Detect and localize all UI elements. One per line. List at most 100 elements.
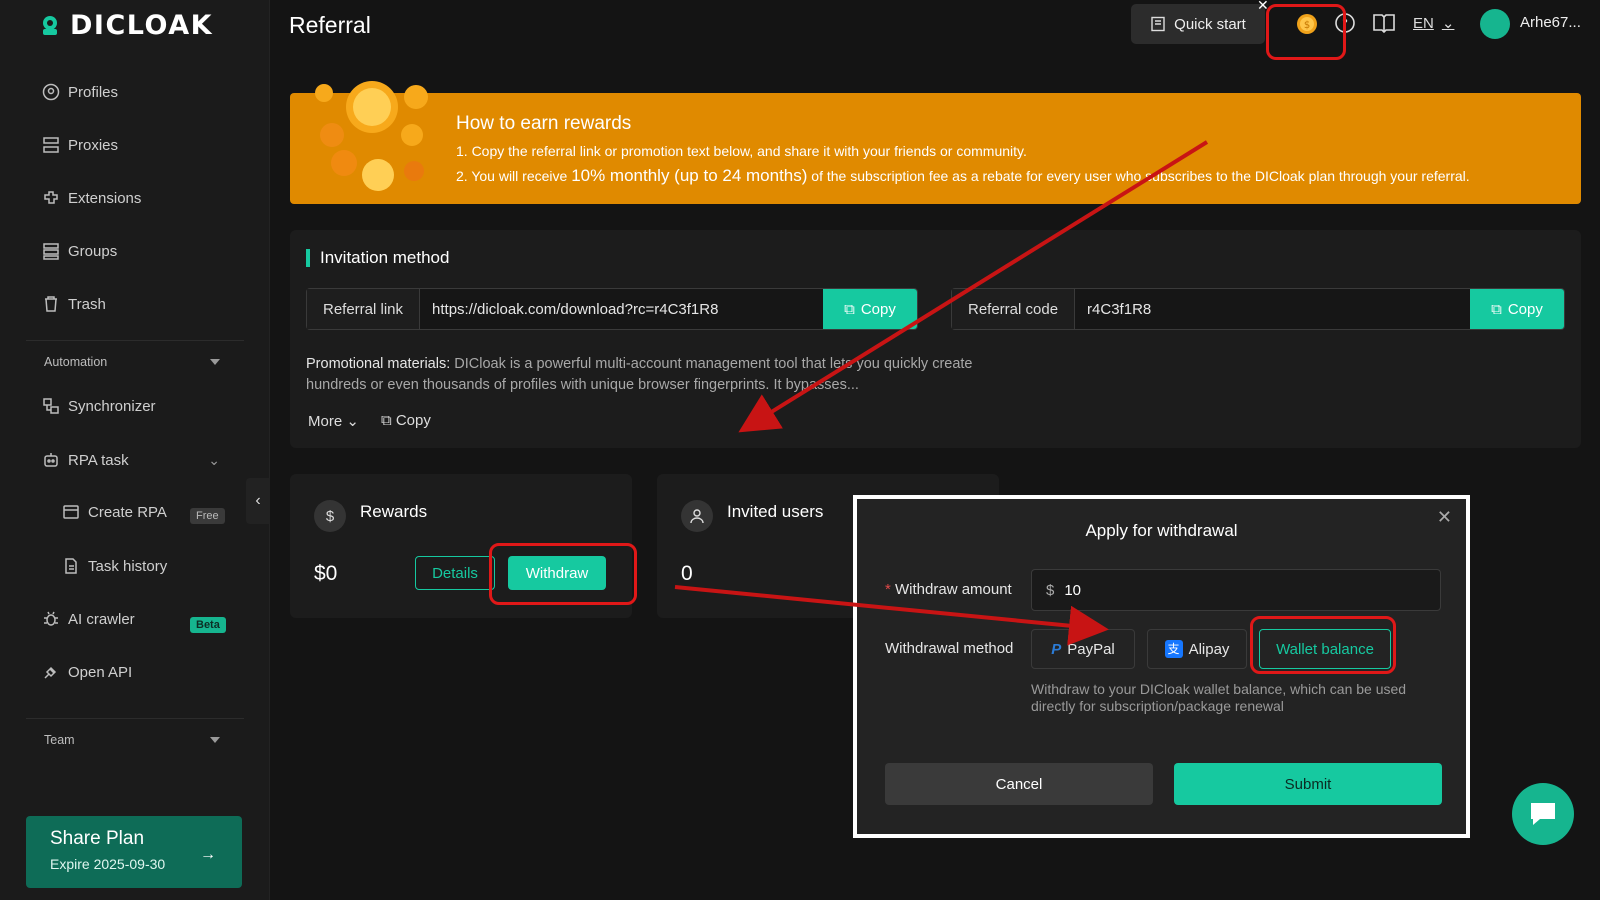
brand-logo[interactable]: DICLOAK bbox=[38, 9, 214, 41]
sidebar-item-label: Create RPA bbox=[88, 503, 167, 521]
copy-icon: ⧉ bbox=[380, 412, 392, 429]
team-section-label: Team bbox=[44, 733, 75, 747]
sidebar-item-extensions[interactable]: Extensions bbox=[42, 186, 141, 210]
copy-icon: ⧉ bbox=[844, 300, 855, 318]
method-alipay[interactable]: 支 Alipay bbox=[1147, 629, 1247, 669]
details-button[interactable]: Details bbox=[415, 556, 495, 590]
profile-icon bbox=[42, 83, 60, 101]
language-label: EN bbox=[1413, 14, 1434, 32]
docs-icon[interactable] bbox=[1372, 12, 1395, 34]
method-label: Alipay bbox=[1188, 640, 1230, 658]
sidebar-item-synchronizer[interactable]: Synchronizer bbox=[42, 394, 156, 418]
book-icon bbox=[1151, 16, 1165, 32]
username[interactable]: Arhe67... bbox=[1520, 14, 1581, 31]
rewards-banner: How to earn rewards 1. Copy the referral… bbox=[290, 81, 1581, 204]
user-icon bbox=[681, 500, 713, 532]
copy-promo-button[interactable]: ⧉ Copy bbox=[381, 412, 431, 430]
sidebar-item-proxies[interactable]: Proxies bbox=[42, 133, 118, 157]
collapse-sidebar-button[interactable]: ‹ bbox=[246, 478, 270, 524]
document-icon bbox=[65, 558, 77, 574]
chevron-left-icon: ‹ bbox=[255, 492, 261, 509]
highlight-box bbox=[1266, 4, 1346, 60]
rewards-value: $0 bbox=[314, 562, 338, 585]
extension-icon bbox=[44, 191, 58, 204]
invitation-card: Invitation method Referral link https://… bbox=[290, 230, 1581, 448]
language-select[interactable]: EN ⌄ bbox=[1413, 14, 1455, 33]
copy-link-button[interactable]: ⧉ Copy bbox=[823, 289, 917, 329]
bug-icon bbox=[44, 611, 58, 626]
invitation-title: Invitation method bbox=[306, 248, 449, 268]
amount-value: 10 bbox=[1064, 581, 1082, 599]
sidebar-item-profiles[interactable]: Profiles bbox=[42, 80, 118, 104]
quick-start-button[interactable]: Quick start bbox=[1131, 4, 1265, 44]
sidebar-item-task-history[interactable]: Task history bbox=[62, 554, 167, 578]
chevron-down-icon: ⌄ bbox=[1441, 15, 1455, 32]
currency-symbol: $ bbox=[1046, 581, 1055, 599]
sidebar-item-label: Extensions bbox=[68, 189, 142, 207]
sidebar-item-label: RPA task bbox=[68, 451, 129, 469]
sidebar-item-trash[interactable]: Trash bbox=[42, 292, 106, 316]
free-badge: Free bbox=[190, 508, 225, 524]
referral-link-value[interactable]: https://dicloak.com/download?rc=r4C3f1R8 bbox=[420, 289, 823, 329]
invited-users-title: Invited users bbox=[727, 502, 824, 521]
sidebar-item-label: Groups bbox=[68, 242, 118, 260]
banner-step-2-prefix: 2. You will receive bbox=[456, 168, 572, 184]
avatar[interactable] bbox=[1480, 9, 1510, 39]
sidebar-item-create-rpa[interactable]: Create RPA bbox=[62, 500, 167, 524]
api-icon bbox=[44, 666, 57, 679]
withdrawal-hint: Withdraw to your DICloak wallet balance,… bbox=[1031, 681, 1407, 714]
sidebar-divider bbox=[26, 718, 244, 719]
share-plan-title: Share Plan bbox=[50, 828, 145, 849]
paypal-icon: P bbox=[1051, 640, 1062, 658]
sidebar-item-rpa-task[interactable]: RPA task ⌄ bbox=[42, 448, 220, 472]
method-label: PayPal bbox=[1067, 640, 1115, 658]
sidebar-item-label: Open API bbox=[68, 663, 133, 681]
automation-section[interactable]: Automation bbox=[44, 355, 220, 369]
method-paypal[interactable]: P PayPal bbox=[1031, 629, 1135, 669]
team-section[interactable]: Team bbox=[44, 733, 220, 747]
referral-link-label: Referral link bbox=[307, 289, 421, 329]
logo-icon bbox=[38, 13, 62, 37]
copy-promo-label: Copy bbox=[395, 412, 431, 429]
promo-actions: More ⌄ ⧉ Copy bbox=[308, 412, 431, 430]
sidebar-item-open-api[interactable]: Open API bbox=[42, 660, 132, 684]
chevron-down-icon: ⌄ bbox=[208, 451, 220, 468]
quick-start-label: Quick start bbox=[1174, 15, 1246, 33]
robot-icon bbox=[44, 453, 58, 467]
chat-button[interactable] bbox=[1512, 783, 1574, 845]
close-icon[interactable]: ✕ bbox=[1437, 507, 1452, 528]
more-button[interactable]: More ⌄ bbox=[308, 412, 359, 430]
withdraw-amount-label-text: Withdraw amount bbox=[895, 581, 1012, 598]
promotional-materials: Promotional materials: DICloak is a powe… bbox=[306, 354, 996, 396]
server-icon bbox=[43, 137, 59, 153]
sidebar-item-label: AI crawler bbox=[68, 610, 135, 628]
automation-section-label: Automation bbox=[44, 355, 108, 369]
banner-step-1: 1. Copy the referral link or promotion t… bbox=[456, 143, 1027, 159]
sync-icon bbox=[43, 398, 59, 414]
withdraw-amount-input[interactable]: $ 10 bbox=[1031, 569, 1441, 611]
copy-button-label: Copy bbox=[860, 300, 896, 318]
referral-code-value[interactable]: r4C3f1R8 bbox=[1075, 289, 1470, 329]
sidebar-item-ai-crawler[interactable]: AI crawler bbox=[42, 607, 135, 631]
share-plan-card[interactable]: Share Plan Expire 2025-09-30 → bbox=[26, 816, 242, 888]
required-asterisk: * bbox=[885, 581, 891, 598]
referral-code-label: Referral code bbox=[952, 289, 1076, 329]
referral-link-field: Referral link https://dicloak.com/downlo… bbox=[306, 288, 918, 330]
more-label: More bbox=[308, 413, 343, 430]
trash-icon bbox=[45, 296, 57, 312]
sidebar-item-groups[interactable]: Groups bbox=[42, 239, 117, 263]
brand-name: DICLOAK bbox=[70, 9, 214, 41]
submit-button[interactable]: Submit bbox=[1174, 763, 1442, 805]
alipay-icon: 支 bbox=[1164, 640, 1183, 658]
cancel-button[interactable]: Cancel bbox=[885, 763, 1153, 805]
copy-code-button[interactable]: ⧉ Copy bbox=[1470, 289, 1564, 329]
withdrawal-method-label: Withdrawal method bbox=[885, 640, 1014, 657]
caret-down-icon bbox=[210, 359, 220, 365]
share-plan-expire: Expire 2025-09-30 bbox=[50, 856, 166, 872]
groups-icon bbox=[43, 243, 59, 260]
highlight-box bbox=[489, 543, 637, 605]
caret-down-icon bbox=[210, 737, 220, 743]
invitation-title-text: Invitation method bbox=[320, 248, 450, 267]
copy-button-label: Copy bbox=[1507, 300, 1543, 318]
highlight-box bbox=[1250, 616, 1396, 674]
